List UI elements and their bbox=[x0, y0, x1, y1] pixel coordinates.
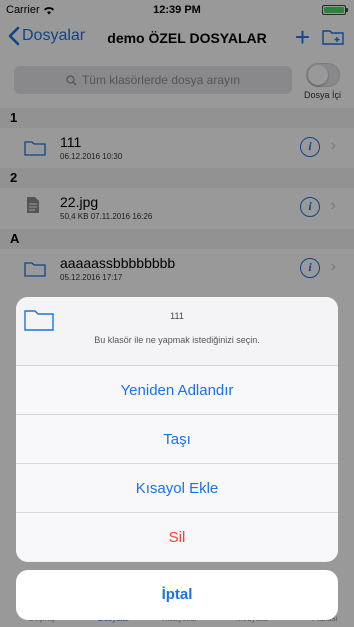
action-sheet-title: 111 bbox=[170, 311, 184, 321]
move-button[interactable]: Taşı bbox=[16, 414, 338, 463]
rename-button[interactable]: Yeniden Adlandır bbox=[16, 365, 338, 414]
action-sheet-message: Bu klasör ile ne yapmak istediğinizi seç… bbox=[94, 335, 260, 345]
action-sheet: 111 Bu klasör ile ne yapmak istediğinizi… bbox=[16, 297, 338, 562]
delete-button[interactable]: Sil bbox=[16, 512, 338, 561]
add-shortcut-button[interactable]: Kısayol Ekle bbox=[16, 463, 338, 512]
action-sheet-header: 111 Bu klasör ile ne yapmak istediğinizi… bbox=[16, 297, 338, 365]
cancel-button[interactable]: İptal bbox=[16, 570, 338, 620]
